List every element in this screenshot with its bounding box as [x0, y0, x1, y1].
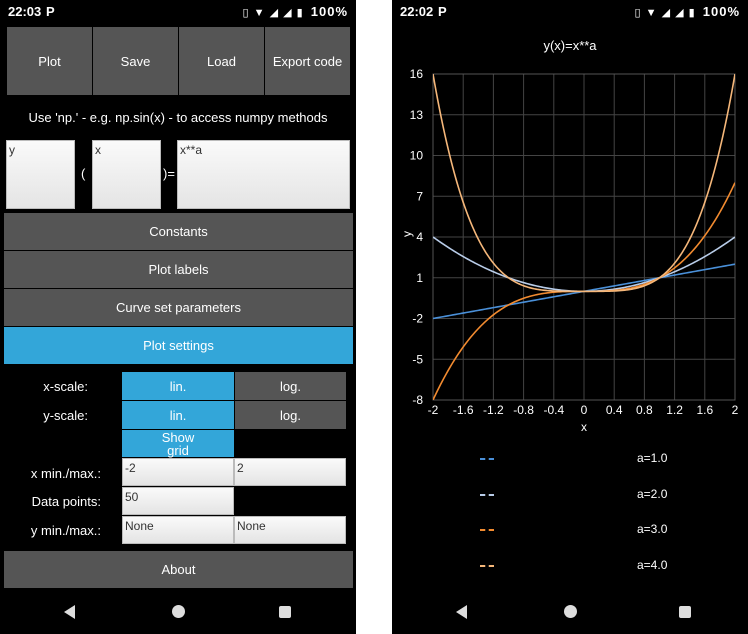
x-axis-label: x [581, 420, 587, 434]
status-time: 22:03 [8, 4, 42, 19]
plot-button[interactable]: Plot [7, 27, 92, 95]
navigation-bar-plot [392, 590, 748, 634]
y-tick-label: 7 [416, 189, 423, 203]
y-tick-label: -8 [412, 393, 423, 407]
y-tick-label: 4 [416, 230, 423, 244]
recents-icon[interactable] [279, 606, 291, 618]
settings-screen: 22:03 P ▯ ▼ ◢ ◢ ▮ 100% Plot Save Load Ex… [0, 0, 356, 634]
x-tick-label: 0.4 [606, 403, 623, 417]
legend-label: a=1.0 [637, 451, 668, 465]
navigation-bar [0, 590, 356, 634]
close-paren-equals: )= [163, 166, 175, 181]
x-tick-label: -1.2 [483, 403, 504, 417]
x-max-field[interactable]: 2 [234, 458, 346, 486]
y-tick-label: 1 [416, 271, 423, 285]
x-scale-lin-button[interactable]: lin. [122, 372, 234, 400]
curve-set-parameters-button[interactable]: Curve set parameters [4, 289, 353, 326]
x-minmax-label: x min./max.: [30, 466, 101, 481]
signal-icon-2: ◢ [283, 7, 293, 19]
x-tick-label: -2 [428, 403, 439, 417]
battery-icon: ▮ [296, 7, 304, 19]
y-tick-label: 16 [410, 67, 424, 81]
x-min-field[interactable]: -2 [122, 458, 234, 486]
home-icon-plot[interactable] [564, 605, 577, 618]
y-variable-field[interactable]: y [6, 140, 75, 209]
legend-swatch [480, 493, 494, 496]
export-code-button[interactable]: Export code [265, 27, 350, 95]
legend-label: a=4.0 [637, 557, 668, 572]
y-axis-label: y [400, 231, 414, 237]
legend-item: a=1.0 [392, 449, 748, 469]
status-bar: 22:03 P ▯ ▼ ◢ ◢ ▮ 100% [0, 0, 356, 24]
y-tick-label: -5 [412, 352, 423, 366]
legend-item: a=3.0 [392, 520, 748, 540]
x-tick-label: 2 [732, 403, 739, 417]
signal-icon: ◢ [269, 7, 280, 19]
y-scale-log-button[interactable]: log. [235, 401, 346, 429]
save-button[interactable]: Save [93, 27, 178, 95]
expression-field[interactable]: x**a [177, 140, 350, 209]
x-tick-label: -0.8 [513, 403, 534, 417]
data-points-field[interactable]: 50 [122, 487, 234, 515]
numpy-hint: Use 'np.' - e.g. np.sin(x) - to access n… [28, 110, 328, 125]
open-paren: ( [81, 166, 86, 181]
data-points-label: Data points: [31, 494, 101, 509]
vibrate-icon: ▯ [242, 7, 250, 19]
x-tick-label: -0.4 [543, 403, 564, 417]
y-tick-label: 10 [410, 149, 424, 163]
x-tick-label: 0.8 [636, 403, 653, 417]
battery-level: 100% [310, 4, 348, 19]
plot-settings-section-button[interactable]: Plot settings [4, 327, 353, 364]
home-icon[interactable] [172, 605, 185, 618]
x-scale-log-button[interactable]: log. [235, 372, 346, 400]
wifi-icon: ▼ [253, 7, 266, 19]
y-max-field[interactable]: None [234, 516, 346, 544]
constants-section-button[interactable]: Constants [4, 213, 353, 250]
legend-swatch [480, 529, 494, 531]
recents-icon-plot[interactable] [679, 606, 691, 618]
x-scale-label: x-scale: [43, 379, 88, 394]
x-tick-label: 1.2 [666, 403, 683, 417]
x-tick-label: 0 [581, 403, 588, 417]
y-tick-label: 13 [410, 108, 424, 122]
y-scale-label: y-scale: [43, 408, 88, 423]
status-icons: ▯ ▼ ◢ ◢ ▮ 100% [242, 4, 348, 19]
legend-swatch [480, 564, 494, 567]
x-tick-label: -1.6 [453, 403, 474, 417]
y-min-field[interactable]: None [122, 516, 234, 544]
y-tick-label: -2 [412, 312, 423, 326]
legend-swatch [480, 458, 494, 460]
plot-screen: 22:02 P ▯ ▼ ◢ ◢ ▮ 100% y(x)=x**a -2 -1.6-… [392, 0, 748, 634]
legend-label: a=3.0 [637, 522, 668, 536]
show-grid-toggle[interactable]: Show grid [122, 430, 234, 457]
legend-label: a=2.0 [637, 486, 668, 501]
back-icon-plot[interactable] [456, 605, 467, 619]
x-variable-field[interactable]: x [92, 140, 161, 209]
legend-item: a=4.0 [392, 556, 748, 576]
y-minmax-label: y min./max.: [30, 523, 101, 538]
back-icon[interactable] [64, 605, 75, 619]
parking-icon: P [46, 4, 55, 19]
legend-item: a=2.0 [392, 485, 748, 505]
chart: -2 -1.6 -1.2 -0.8 -0.4 0 0.4 0.8 1.2 1.6 2 16 13 10 7 4… [400, 67, 739, 434]
y-scale-lin-button[interactable]: lin. [122, 401, 234, 429]
about-button[interactable]: About [4, 551, 353, 588]
plot-labels-section-button[interactable]: Plot labels [4, 251, 353, 288]
load-button[interactable]: Load [179, 27, 264, 95]
x-tick-label: 1.6 [696, 403, 713, 417]
